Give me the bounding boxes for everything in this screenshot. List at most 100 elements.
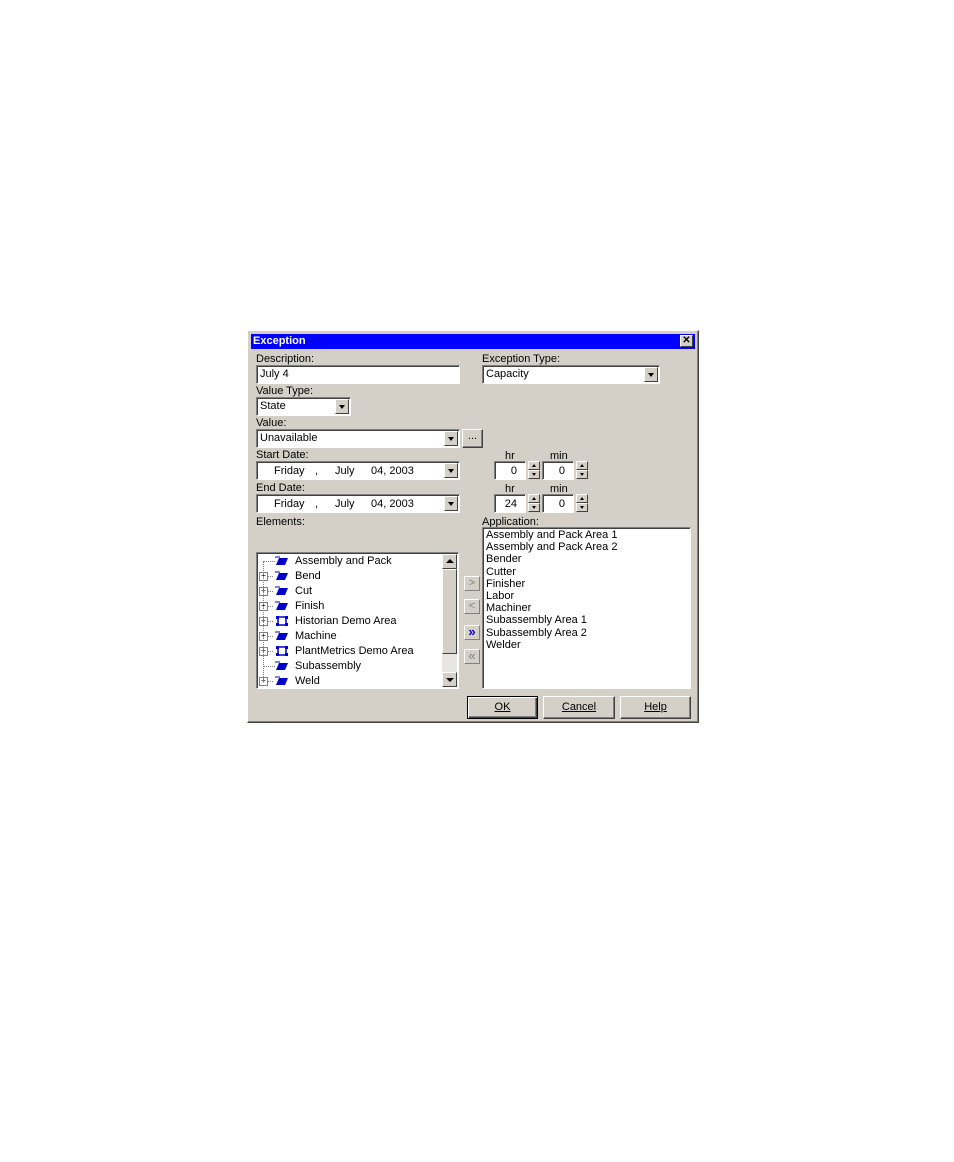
tree-connector: [263, 561, 275, 562]
cancel-button[interactable]: Cancel: [543, 696, 615, 719]
description-input[interactable]: July 4: [256, 365, 460, 384]
start-min-input[interactable]: 0: [542, 461, 574, 480]
tree-item-label: Machine: [295, 630, 337, 642]
end-min-input[interactable]: 0: [542, 494, 574, 513]
value-type-label: Value Type:: [256, 385, 314, 397]
ok-label: OK: [494, 701, 511, 713]
scroll-down-icon[interactable]: [442, 672, 457, 687]
element-icon: [275, 661, 288, 670]
exception-type-select[interactable]: Capacity: [482, 365, 660, 384]
ok-button[interactable]: OK: [467, 696, 538, 719]
start-date-day: Friday: [274, 465, 305, 477]
start-date-label: Start Date:: [256, 449, 309, 461]
chevron-down-icon[interactable]: [444, 463, 458, 478]
tree-item[interactable]: + Weld: [257, 674, 437, 688]
list-item[interactable]: Assembly and Pack Area 2: [486, 541, 617, 553]
element-icon: [275, 556, 288, 565]
end-min-spinner[interactable]: [576, 494, 588, 512]
list-item[interactable]: Subassembly Area 1: [486, 614, 587, 626]
elements-label: Elements:: [256, 516, 305, 528]
tree-item[interactable]: + PlantMetrics Demo Area: [257, 644, 437, 659]
area-icon: [276, 616, 288, 626]
description-label: Description:: [256, 353, 315, 365]
end-date-picker[interactable]: Friday , July 04, 2003: [256, 494, 460, 513]
window-title: Exception: [253, 335, 306, 347]
cancel-label: Cancel: [561, 701, 597, 713]
remove-button[interactable]: <: [464, 599, 480, 614]
value-select[interactable]: Unavailable: [256, 429, 460, 448]
list-item[interactable]: Welder: [486, 639, 521, 651]
elements-scrollbar[interactable]: [442, 554, 457, 687]
spin-up-icon[interactable]: [576, 494, 588, 503]
tree-item-label: Finish: [295, 600, 325, 612]
end-min-value: 0: [558, 498, 565, 510]
tree-item[interactable]: Subassembly: [257, 659, 437, 674]
element-icon: [275, 586, 288, 595]
start-hr-input[interactable]: 0: [494, 461, 526, 480]
value-value: Unavailable: [260, 432, 318, 444]
tree-item-label: Historian Demo Area: [295, 615, 397, 627]
list-item[interactable]: Subassembly Area 2: [486, 627, 587, 639]
chevron-down-icon[interactable]: [335, 399, 349, 414]
chevron-down-icon[interactable]: [444, 431, 458, 446]
spin-down-icon[interactable]: [528, 470, 540, 479]
value-label: Value:: [256, 417, 287, 429]
tree-item[interactable]: + Cut: [257, 584, 437, 599]
exception-type-label: Exception Type:: [482, 353, 561, 365]
list-item[interactable]: Cutter: [486, 566, 516, 578]
remove-all-button[interactable]: «: [464, 649, 480, 664]
spin-down-icon[interactable]: [576, 503, 588, 512]
start-date-picker[interactable]: Friday , July 04, 2003: [256, 461, 460, 480]
end-hr-spinner[interactable]: [528, 494, 540, 512]
add-all-button[interactable]: »: [464, 625, 480, 640]
exception-dialog: Exception ✕ Description: July 4 Exceptio…: [247, 330, 699, 723]
list-item[interactable]: Labor: [486, 590, 514, 602]
area-icon: [276, 646, 288, 656]
end-date-day: Friday: [274, 498, 305, 510]
list-item[interactable]: Finisher: [486, 578, 525, 590]
tree-item[interactable]: + Historian Demo Area: [257, 614, 437, 629]
list-item[interactable]: Bender: [486, 553, 521, 565]
tree-item[interactable]: + Finish: [257, 599, 437, 614]
close-button[interactable]: ✕: [680, 335, 693, 347]
value-browse-button[interactable]: ...: [462, 429, 483, 448]
chevron-down-icon[interactable]: [644, 367, 658, 382]
tree-connector: [263, 666, 275, 667]
tree-vertical-connector: [263, 561, 264, 681]
spin-up-icon[interactable]: [576, 461, 588, 470]
end-date-separator: ,: [315, 498, 319, 510]
end-hr-input[interactable]: 24: [494, 494, 526, 513]
spin-down-icon[interactable]: [528, 503, 540, 512]
tree-item-label: Cut: [295, 585, 313, 597]
scroll-thumb[interactable]: [442, 569, 457, 654]
end-date-label: End Date:: [256, 482, 305, 494]
value-type-select[interactable]: State: [256, 397, 351, 416]
tree-item-label: Subassembly: [295, 660, 362, 672]
list-item[interactable]: Machiner: [486, 602, 531, 614]
start-min-value: 0: [558, 465, 565, 477]
application-list[interactable]: Assembly and Pack Area 1 Assembly and Pac…: [482, 527, 691, 689]
tree-item-label: PlantMetrics Demo Area: [295, 645, 414, 657]
tree-item-label: Weld: [295, 675, 320, 687]
spin-up-icon[interactable]: [528, 461, 540, 470]
value-type-value: State: [260, 400, 286, 412]
list-item[interactable]: Assembly and Pack Area 1: [486, 529, 617, 541]
chevron-down-icon[interactable]: [444, 496, 458, 511]
tree-item[interactable]: Assembly and Pack: [257, 554, 437, 569]
start-hr-value: 0: [510, 465, 517, 477]
scroll-up-icon[interactable]: [442, 554, 457, 569]
add-button[interactable]: >: [464, 576, 480, 591]
help-label: Help: [644, 701, 667, 713]
tree-item[interactable]: + Bend: [257, 569, 437, 584]
elements-tree[interactable]: Assembly and Pack + Bend + Cut + Finish + Histor…: [256, 552, 459, 689]
end-date-month: July: [335, 498, 355, 510]
start-hr-spinner[interactable]: [528, 461, 540, 479]
spin-down-icon[interactable]: [576, 470, 588, 479]
title-bar[interactable]: Exception ✕: [251, 334, 695, 349]
end-hr-value: 24: [504, 498, 517, 510]
start-min-spinner[interactable]: [576, 461, 588, 479]
spin-up-icon[interactable]: [528, 494, 540, 503]
end-date-date: 04, 2003: [371, 498, 414, 510]
help-button[interactable]: Help: [620, 696, 691, 719]
tree-item[interactable]: + Machine: [257, 629, 437, 644]
